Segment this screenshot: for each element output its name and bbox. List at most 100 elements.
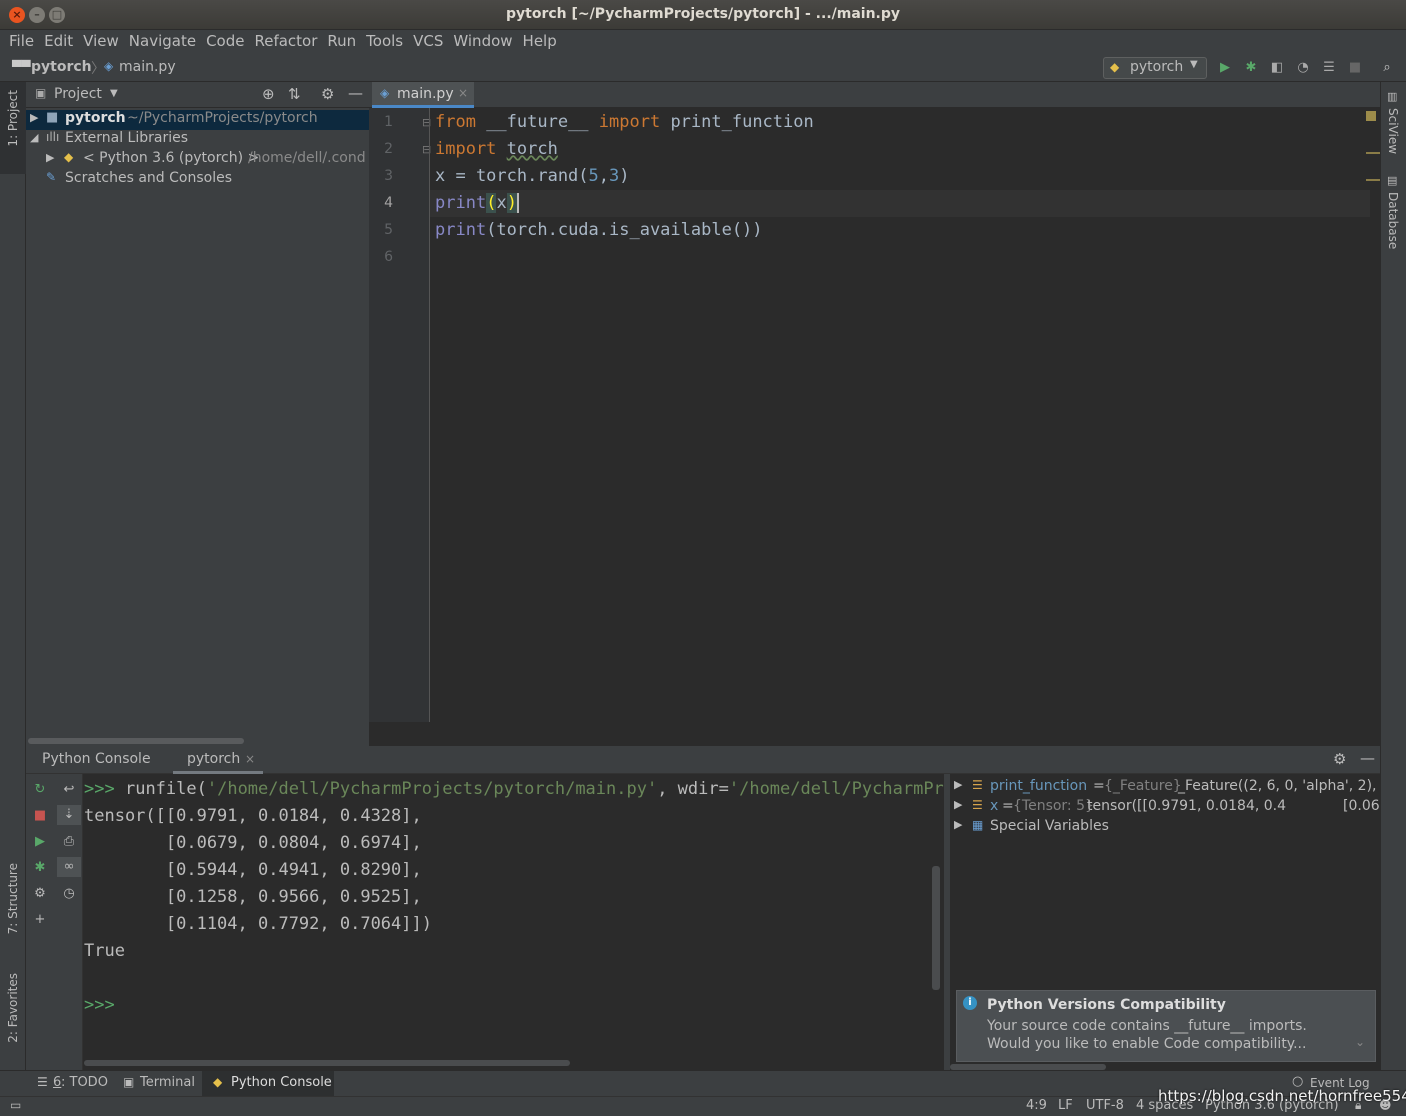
variable-type: {Tensor: 5}: [1013, 798, 1094, 814]
search-icon[interactable]: ⌕: [1377, 58, 1397, 78]
menu-run[interactable]: Run: [322, 30, 361, 55]
terminal-tool-tab[interactable]: ▣ Terminal: [116, 1071, 202, 1096]
expand-arrow-icon[interactable]: ▶: [954, 778, 962, 791]
soft-wrap-icon[interactable]: ↩: [59, 780, 79, 800]
caret-position[interactable]: 4:9: [1026, 1098, 1047, 1113]
tree-item-pytorch[interactable]: ▶ ■ pytorch ~/PycharmProjects/pytorch: [26, 110, 369, 130]
locate-icon[interactable]: ⊕: [262, 85, 275, 103]
input-prompt[interactable]: >>>: [84, 992, 115, 1019]
expand-arrow-icon[interactable]: ▶: [30, 111, 38, 124]
breadcrumb-file[interactable]: main.py: [119, 59, 176, 75]
runfile-wdir: '/home/dell/PycharmProj: [728, 779, 944, 799]
code-line-2[interactable]: import torch: [435, 136, 558, 163]
output-line: [0.1258, 0.9566, 0.9525],: [84, 887, 422, 907]
menu-view[interactable]: View: [78, 30, 124, 55]
menu-bar: File Edit View Navigate Code Refactor Ru…: [0, 30, 1406, 55]
warning-marker[interactable]: [1366, 179, 1380, 181]
menu-code[interactable]: Code: [201, 30, 249, 55]
run-icon[interactable]: ▶: [1215, 58, 1235, 78]
menu-window[interactable]: Window: [448, 30, 517, 55]
tree-item-path: /home/dell/.cond: [248, 150, 366, 166]
python-file-icon: ◈: [380, 86, 390, 100]
execute-icon[interactable]: ▶: [30, 832, 50, 852]
debug-icon[interactable]: ✱: [1241, 58, 1261, 78]
history-icon[interactable]: ◷: [59, 884, 79, 904]
variable-row[interactable]: ▶ ▦ Special Variables: [950, 818, 1380, 838]
menu-help[interactable]: Help: [518, 30, 562, 55]
debug-icon[interactable]: ✱: [30, 858, 50, 878]
coverage-icon[interactable]: ◧: [1267, 58, 1287, 78]
window-title: pytorch [~/PycharmProjects/pytorch] - ..…: [505, 6, 901, 22]
settings-icon[interactable]: ⚙: [30, 884, 50, 904]
show-variables-icon[interactable]: ∞: [57, 857, 81, 877]
structure-tool-tab[interactable]: 7: Structure: [0, 857, 26, 949]
warning-marker[interactable]: [1366, 152, 1380, 154]
notification-line: Your source code contains __future__ imp…: [987, 1018, 1307, 1034]
menu-refactor[interactable]: Refactor: [249, 30, 322, 55]
sciview-tool-tab[interactable]: ▥ SciView: [1381, 90, 1406, 170]
menu-edit[interactable]: Edit: [39, 30, 78, 55]
hide-icon[interactable]: —: [1360, 749, 1375, 767]
vertical-scrollbar[interactable]: [932, 866, 940, 990]
profile-icon[interactable]: ◔: [1293, 58, 1313, 78]
line-separator[interactable]: LF: [1058, 1098, 1073, 1113]
structure-tab-label: 7: Structure: [6, 863, 20, 935]
menu-tools[interactable]: Tools: [361, 30, 408, 55]
print-icon[interactable]: ⎙: [59, 832, 79, 852]
gear-icon[interactable]: ⚙: [321, 85, 334, 103]
horizontal-scrollbar[interactable]: [84, 1060, 570, 1066]
chevron-down-icon[interactable]: ⌄: [1355, 1035, 1365, 1049]
menu-file[interactable]: File: [4, 30, 39, 55]
project-panel-header: ▣ Project ▼ ⊕ ⇅ ⚙ —: [26, 82, 369, 108]
run-config-dropdown[interactable]: ◆ pytorch ▼: [1103, 57, 1207, 79]
expand-arrow-icon[interactable]: ◢: [30, 131, 38, 144]
close-tab-icon[interactable]: ×: [458, 86, 468, 100]
code-line-4[interactable]: print(x): [435, 190, 519, 217]
collapse-all-icon[interactable]: ⇅: [288, 85, 301, 103]
editor-tab-main-py[interactable]: ◈ main.py ×: [372, 82, 474, 108]
database-tool-tab[interactable]: ▤ Database: [1381, 174, 1406, 264]
close-tab-icon[interactable]: ×: [245, 752, 255, 766]
todo-tab-label: : TODO: [61, 1075, 108, 1090]
scroll-to-end-icon[interactable]: ⇣: [57, 805, 81, 825]
variable-value: _Feature((2, 6, 0, 'alpha', 2), (3: [1178, 778, 1380, 794]
python-console-tool-tab[interactable]: ◆ Python Console: [202, 1071, 334, 1096]
sciview-icon: ▥: [1387, 90, 1398, 103]
project-tool-tab[interactable]: 1: Project: [0, 82, 26, 174]
console-tab-pytorch[interactable]: pytorch ×: [173, 746, 263, 774]
console-prompt: >>>: [84, 779, 115, 799]
special-variables-icon: ▦: [972, 818, 984, 832]
variable-row[interactable]: ▶ ☰ x = {Tensor: 5} tensor([[0.9791, 0.0…: [950, 798, 1380, 818]
console-output[interactable]: >>> runfile('/home/dell/PycharmProjects/…: [84, 776, 944, 1066]
stop-icon[interactable]: ■: [1345, 58, 1365, 78]
project-panel-title[interactable]: Project: [54, 86, 102, 102]
todo-tool-tab[interactable]: ☰ 6 : TODO: [30, 1071, 112, 1096]
gear-icon[interactable]: ⚙: [1333, 750, 1346, 768]
file-encoding[interactable]: UTF-8: [1086, 1098, 1124, 1113]
menu-vcs[interactable]: VCS: [408, 30, 448, 55]
code-line-3[interactable]: x = torch.rand(5,3): [435, 163, 630, 190]
tree-item-scratches[interactable]: ✎ Scratches and Consoles: [26, 170, 369, 190]
menu-navigate[interactable]: Navigate: [124, 30, 201, 55]
rerun-icon[interactable]: ↻: [30, 780, 50, 800]
variable-row[interactable]: ▶ ☰ print_function = {_Feature} _Feature…: [950, 778, 1380, 798]
add-icon[interactable]: +: [30, 910, 50, 930]
favorites-tool-tab[interactable]: 2: Favorites: [0, 967, 26, 1062]
expand-arrow-icon[interactable]: ▶: [46, 151, 54, 164]
inspection-status-icon[interactable]: [1366, 111, 1376, 121]
tree-item-python-sdk[interactable]: ▶ ◆ < Python 3.6 (pytorch) > /home/dell/…: [26, 150, 369, 170]
expand-arrow-icon[interactable]: ▶: [954, 798, 962, 811]
tree-item-external-libraries[interactable]: ◢ ıllı External Libraries: [26, 130, 369, 150]
database-icon: ▤: [1387, 174, 1398, 187]
stop-icon[interactable]: ■: [30, 806, 50, 826]
notification-balloon[interactable]: i Python Versions Compatibility Your sou…: [956, 990, 1376, 1062]
expand-arrow-icon[interactable]: ▶: [954, 818, 962, 831]
hide-icon[interactable]: —: [348, 84, 363, 102]
horizontal-scrollbar[interactable]: [28, 738, 244, 744]
chevron-down-icon[interactable]: ▼: [110, 88, 118, 99]
code-line-1[interactable]: from __future__ import print_function: [435, 109, 814, 136]
concurrency-icon[interactable]: ☰: [1319, 58, 1339, 78]
code-line-5[interactable]: print(torch.cuda.is_available()): [435, 217, 763, 244]
toggle-tool-windows-icon[interactable]: ▭: [10, 1098, 21, 1112]
breadcrumb-project[interactable]: pytorch: [31, 59, 92, 75]
